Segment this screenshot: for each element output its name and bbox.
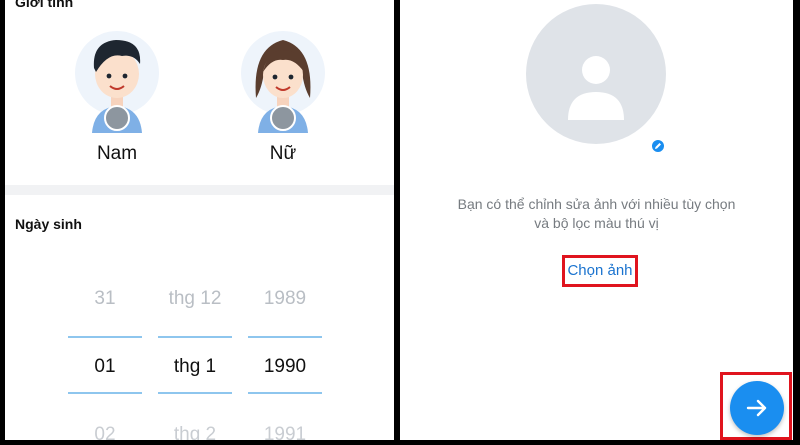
gender-option-female[interactable]: Nữ: [223, 28, 343, 178]
gender-label-female: Nữ: [269, 143, 297, 164]
right-panel: Bạn có thể chỉnh sửa ảnh với nhiều tùy c…: [400, 0, 793, 440]
gender-section-title: Giới tính: [15, 0, 74, 10]
next-button-highlight: [720, 372, 792, 440]
month-selected[interactable]: thg 1: [155, 356, 235, 378]
picker-line-top: [248, 336, 322, 338]
person-placeholder-icon: [568, 56, 624, 120]
year-selected[interactable]: 1990: [245, 356, 325, 378]
next-button[interactable]: [730, 381, 784, 435]
gender-label-male: Nam: [96, 143, 138, 164]
pencil-icon: [655, 143, 661, 149]
day-next[interactable]: 02: [65, 424, 145, 440]
left-panel: Giới tính Nam Nữ Ngày sinh 31 01 02 thg …: [5, 0, 394, 440]
hint-line-2: và bộ lọc màu thú vị: [534, 215, 659, 231]
edit-avatar-button[interactable]: [650, 138, 666, 154]
year-prev[interactable]: 1989: [245, 288, 325, 310]
arrow-right-icon: [746, 399, 767, 417]
day-prev[interactable]: 31: [65, 288, 145, 310]
photo-hint-text: Bạn có thể chỉnh sửa ảnh với nhiều tùy c…: [430, 195, 763, 233]
picker-line-top: [68, 336, 142, 338]
picker-line-top: [158, 336, 232, 338]
birth-section-title: Ngày sinh: [15, 216, 82, 232]
avatar-placeholder[interactable]: [526, 4, 666, 144]
year-picker[interactable]: 1989 1990 1991: [245, 280, 325, 440]
male-avatar-icon: [75, 31, 159, 133]
hint-line-1: Bạn có thể chỉnh sửa ảnh với nhiều tùy c…: [457, 196, 736, 212]
month-next[interactable]: thg 2: [155, 424, 235, 440]
year-next[interactable]: 1991: [245, 424, 325, 440]
day-selected[interactable]: 01: [65, 356, 145, 378]
female-avatar-icon: [241, 31, 325, 133]
picker-line-bottom: [68, 392, 142, 394]
month-picker[interactable]: thg 12 thg 1 thg 2: [155, 280, 235, 440]
section-separator: [5, 185, 394, 195]
gender-option-male[interactable]: Nam: [57, 28, 177, 178]
picker-line-bottom: [158, 392, 232, 394]
choose-photo-link[interactable]: Chọn ảnh: [562, 255, 638, 287]
day-picker[interactable]: 31 01 02: [65, 280, 145, 440]
picker-line-bottom: [248, 392, 322, 394]
month-prev[interactable]: thg 12: [155, 288, 235, 310]
